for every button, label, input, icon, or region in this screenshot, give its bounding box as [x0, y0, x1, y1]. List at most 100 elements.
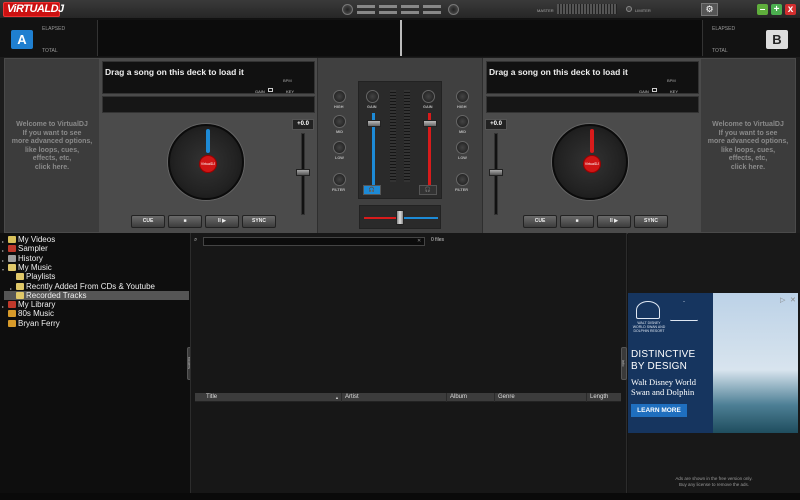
left-welcome-panel[interactable]: Welcome to VirtualDJ If you want to see …: [4, 58, 100, 233]
column-artist[interactable]: Artist: [341, 393, 446, 402]
deck-b-high-knob[interactable]: [456, 90, 469, 103]
minimize-button[interactable]: –: [757, 4, 768, 15]
platter-label: VirtualDJ: [583, 155, 601, 173]
search-input[interactable]: [203, 237, 425, 246]
deck-a-gain-knob[interactable]: [366, 90, 379, 103]
crossfader-handle[interactable]: [396, 210, 404, 225]
right-welcome-panel[interactable]: Welcome to VirtualDJ If you want to see …: [700, 58, 796, 233]
column-genre[interactable]: Genre: [494, 393, 586, 402]
column-album[interactable]: Album: [446, 393, 494, 402]
deck-b-gain-knob[interactable]: [422, 90, 435, 103]
tree-item[interactable]: ▸ My Videos: [2, 235, 188, 244]
folder-tree[interactable]: ▸ My Videos ▸ Sampler ▸ History ▾ My Music Playl…: [0, 233, 190, 493]
tree-item[interactable]: ▸ My Library: [2, 300, 188, 309]
deck-a-mid-knob[interactable]: [333, 115, 346, 128]
layout-bar[interactable]: [423, 5, 441, 8]
maximize-button[interactable]: +: [771, 4, 782, 15]
close-icon[interactable]: ✕: [790, 296, 796, 304]
expand-arrow-icon[interactable]: ▸: [2, 302, 4, 311]
layout-bar[interactable]: [379, 11, 397, 14]
crossfader[interactable]: [359, 205, 441, 229]
deck-b-mid-knob[interactable]: [456, 115, 469, 128]
layout-knob-left[interactable]: [342, 4, 353, 15]
clear-search-icon[interactable]: ✕: [417, 238, 423, 244]
layout-bar[interactable]: [423, 11, 441, 14]
tree-item[interactable]: Bryan Ferry: [8, 319, 188, 328]
tree-item[interactable]: ▸ Recntly Added From CDs & Youtube: [10, 282, 196, 291]
deck-a-badge[interactable]: A: [11, 30, 33, 49]
expand-arrow-icon[interactable]: ▸: [2, 246, 4, 255]
layout-bar[interactable]: [379, 5, 397, 8]
close-button[interactable]: x: [785, 4, 796, 15]
deck-b-volume-handle[interactable]: [423, 120, 437, 127]
deck-a-volume-handle[interactable]: [367, 120, 381, 127]
deck-b-title: Drag a song on this deck to load it: [489, 67, 628, 77]
pitch-value: +0.0: [292, 119, 314, 130]
gain-icon[interactable]: [652, 88, 657, 92]
pitch-value: +0.0: [485, 119, 507, 130]
tree-item[interactable]: ▸ Sampler: [2, 244, 188, 253]
tree-item[interactable]: Recorded Tracks: [4, 290, 189, 300]
tree-item[interactable]: ▾ My Music: [2, 263, 188, 272]
learn-more-button[interactable]: LEARN MORE: [631, 404, 687, 417]
deck-b-info[interactable]: Drag a song on this deck to load it BPM …: [486, 61, 699, 94]
sync-button[interactable]: SYNC: [634, 215, 668, 228]
welcome-text[interactable]: Welcome to VirtualDJ If you want to see …: [705, 121, 791, 172]
info-tab[interactable]: info: [621, 347, 627, 380]
deck-a-platter[interactable]: VirtualDJ: [168, 124, 244, 200]
tree-item[interactable]: Playlists: [16, 272, 196, 281]
cue-button[interactable]: CUE: [523, 215, 557, 228]
deck-a-low-knob[interactable]: [333, 141, 346, 154]
high-label: HIGH: [457, 105, 467, 109]
tree-item-label: Recorded Tracks: [26, 290, 87, 300]
gain-label: GAIN: [255, 89, 265, 94]
cue-button[interactable]: CUE: [131, 215, 165, 228]
tree-item[interactable]: ▸ History: [2, 254, 188, 263]
expand-arrow-icon[interactable]: ▸: [2, 256, 4, 265]
gain-icon[interactable]: [268, 88, 273, 92]
sync-button[interactable]: SYNC: [242, 215, 276, 228]
column-title[interactable]: Title: [203, 393, 343, 402]
settings-button[interactable]: ⚙: [701, 3, 718, 16]
adchoices-icon[interactable]: ▷: [780, 296, 785, 304]
column-length[interactable]: Length: [586, 393, 621, 402]
stop-button[interactable]: ■: [560, 215, 594, 228]
title-bar: ViRTUALDJ MASTER LIMITER ⚙ – + x: [0, 0, 800, 19]
deck-b-total-label: TOTAL: [712, 48, 728, 54]
folder-icon: [16, 291, 24, 299]
layout-bar[interactable]: [357, 11, 375, 14]
folder-icon: [8, 319, 16, 327]
platter-label: VirtualDJ: [199, 155, 217, 173]
pitch-slider-handle[interactable]: [296, 169, 310, 176]
layout-bar[interactable]: [401, 11, 419, 14]
filter-label: FILTER: [455, 188, 469, 192]
deck-a-filter-knob[interactable]: [333, 173, 346, 186]
deck-a-high-knob[interactable]: [333, 90, 346, 103]
deck-a-headphones-button[interactable]: 🎧: [363, 185, 381, 195]
folder-icon: [16, 273, 24, 281]
deck-b-low-knob[interactable]: [456, 141, 469, 154]
folder-icon: [16, 282, 24, 290]
play-pause-button[interactable]: II ▶: [597, 215, 631, 228]
deck-b-strip[interactable]: [486, 96, 699, 113]
stop-button[interactable]: ■: [168, 215, 202, 228]
deck-b-filter-knob[interactable]: [456, 173, 469, 186]
advertisement[interactable]: WALT DISNEY WORLD SWAN AND DOLPHIN RESOR…: [628, 293, 798, 433]
layout-knob-right[interactable]: [448, 4, 459, 15]
expand-arrow-icon[interactable]: ▸: [2, 237, 4, 246]
deck-a-strip[interactable]: [102, 96, 315, 113]
deck-b-platter[interactable]: VirtualDJ: [552, 124, 628, 200]
deck-a: Drag a song on this deck to load it BPM …: [99, 58, 317, 233]
welcome-text[interactable]: Welcome to VirtualDJ If you want to see …: [9, 121, 95, 172]
tree-item[interactable]: 80s Music: [8, 309, 188, 318]
deck-a-info[interactable]: Drag a song on this deck to load it BPM …: [102, 61, 315, 94]
file-list-panel: [190, 233, 627, 493]
deck-b-headphones-button[interactable]: 🎧: [419, 185, 437, 195]
deck-b-badge[interactable]: B: [766, 30, 788, 49]
play-pause-button[interactable]: II ▶: [205, 215, 239, 228]
layout-bar[interactable]: [357, 5, 375, 8]
pitch-slider-handle[interactable]: [489, 169, 503, 176]
mid-label: MID: [459, 130, 466, 134]
layout-bar[interactable]: [401, 5, 419, 8]
expand-arrow-icon[interactable]: ▾: [2, 265, 4, 274]
